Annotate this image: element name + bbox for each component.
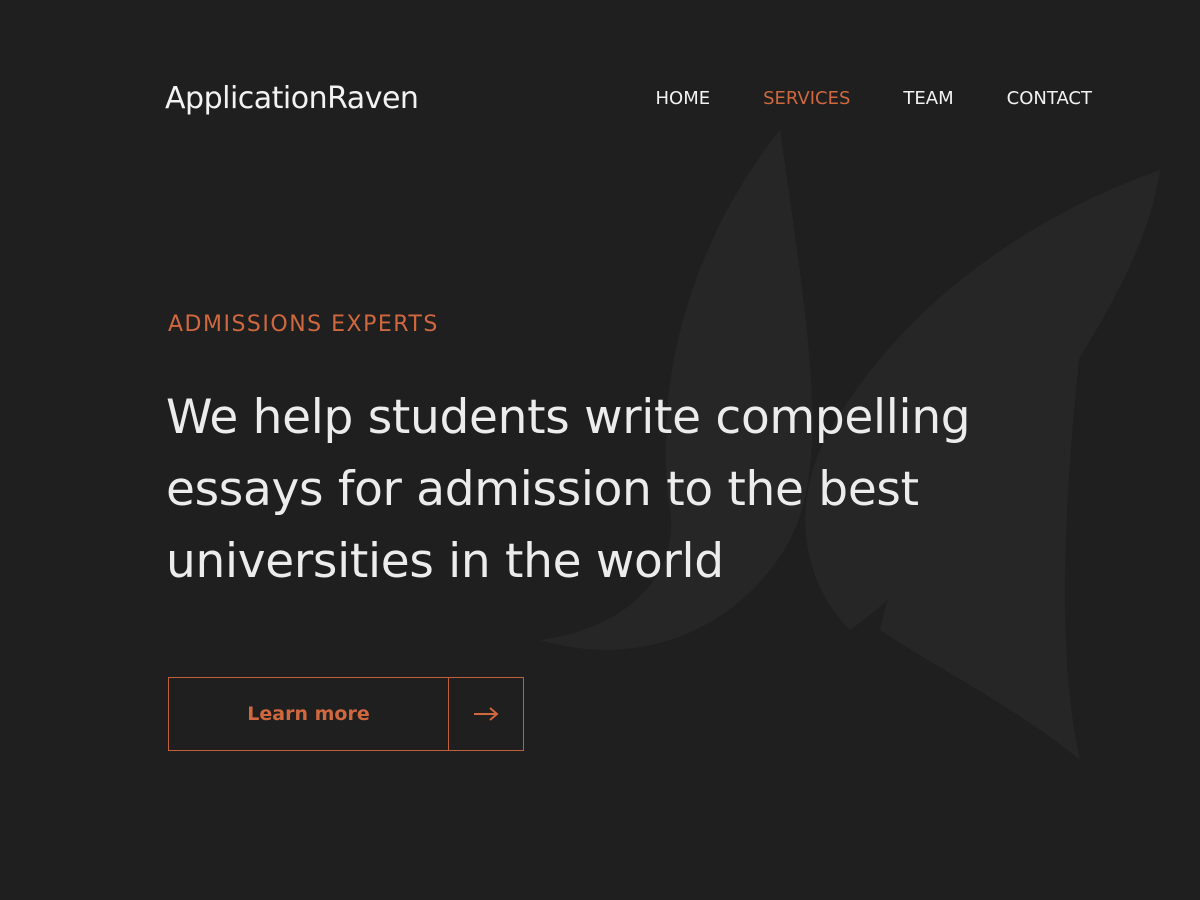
headline-line: We help students write compelling: [166, 390, 971, 445]
arrow-right-icon[interactable]: [449, 678, 523, 750]
headline-line: universities in the world: [166, 534, 724, 589]
learn-more-button[interactable]: Learn more: [168, 677, 524, 751]
logo[interactable]: ApplicationRaven: [165, 80, 419, 118]
hero-eyebrow: ADMISSIONS EXPERTS: [168, 312, 439, 337]
main-nav: HOME SERVICES TEAM CONTACT: [656, 87, 1093, 111]
learn-more-label: Learn more: [169, 678, 449, 750]
hero-headline: We help students write compelling essays…: [166, 382, 986, 598]
headline-line: essays for admission to the best: [166, 462, 919, 517]
nav-home[interactable]: HOME: [656, 87, 711, 111]
nav-team[interactable]: TEAM: [903, 87, 953, 111]
nav-contact[interactable]: CONTACT: [1007, 87, 1092, 111]
nav-services[interactable]: SERVICES: [763, 87, 850, 111]
